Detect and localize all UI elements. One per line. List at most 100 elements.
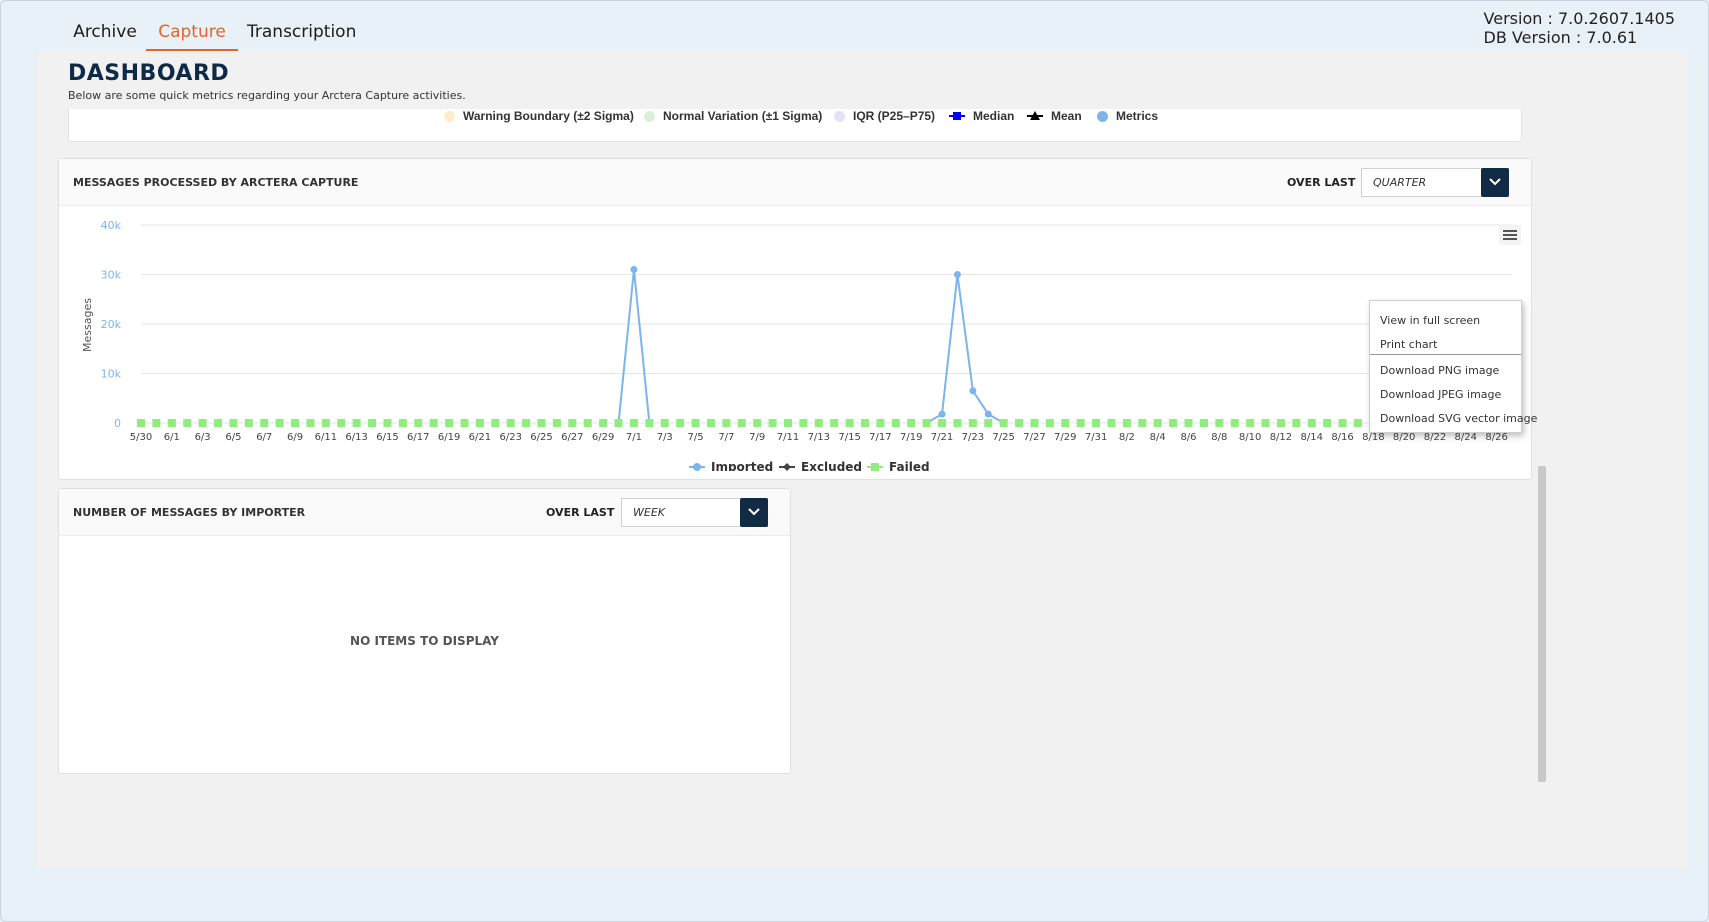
y-tick-label: 30k <box>101 269 122 282</box>
menu-download-png[interactable]: Download PNG image <box>1380 364 1499 377</box>
failed-point <box>891 419 900 427</box>
failed-point <box>845 419 854 427</box>
failed-point <box>922 419 931 427</box>
legend-label: Imported <box>711 460 773 471</box>
failed-point <box>214 419 223 427</box>
page-subtitle: Below are some quick metrics regarding y… <box>68 89 466 102</box>
x-tick-label: 6/5 <box>225 432 241 443</box>
legend-label: Mean <box>1051 109 1082 123</box>
x-tick-label: 6/17 <box>407 432 429 443</box>
tab-transcription[interactable]: Transcription <box>247 19 356 49</box>
over-last-label: OVER LAST <box>1287 176 1356 189</box>
y-tick-label: 0 <box>114 417 121 430</box>
legend-marker <box>783 463 791 471</box>
legend-label: Excluded <box>801 460 862 471</box>
x-tick-label: 6/15 <box>376 432 398 443</box>
failed-point <box>1323 419 1332 427</box>
x-tick-label: 6/1 <box>164 432 180 443</box>
x-tick-label: 7/7 <box>718 432 734 443</box>
x-tick-label: 7/29 <box>1054 432 1076 443</box>
period-select-value: WEEK <box>633 506 665 519</box>
x-tick-label: 7/15 <box>838 432 860 443</box>
legend-item[interactable]: Warning Boundary (±2 Sigma) <box>444 109 634 123</box>
period-select[interactable]: QUARTER <box>1361 168 1509 197</box>
y-axis-title: Messages <box>81 298 94 352</box>
empty-state-text: NO ITEMS TO DISPLAY <box>350 634 499 648</box>
menu-download-jpeg[interactable]: Download JPEG image <box>1380 388 1501 401</box>
chevron-down-icon[interactable] <box>740 498 768 527</box>
legend-item[interactable]: IQR (P25–P75) <box>834 109 935 123</box>
failed-point <box>152 419 161 427</box>
x-tick-label: 7/19 <box>900 432 922 443</box>
failed-point <box>629 419 638 427</box>
x-tick-label: 8/14 <box>1301 432 1323 443</box>
legend-label: Metrics <box>1116 109 1159 123</box>
failed-point <box>1045 419 1054 427</box>
failed-point <box>183 419 192 427</box>
failed-point <box>753 419 762 427</box>
legend-label: Failed <box>889 460 930 471</box>
x-tick-label: 7/31 <box>1085 432 1107 443</box>
failed-point <box>799 419 808 427</box>
failed-point <box>599 419 608 427</box>
x-tick-label: 8/16 <box>1331 432 1353 443</box>
menu-print-chart[interactable]: Print chart <box>1380 338 1437 351</box>
failed-point <box>1292 419 1301 427</box>
failed-point <box>167 419 176 427</box>
failed-point <box>568 419 577 427</box>
imported-series-line <box>617 269 651 424</box>
failed-point <box>1353 419 1362 427</box>
failed-point <box>907 419 916 427</box>
legend-label: Median <box>973 109 1015 123</box>
top-bar: Archive Capture Transcription Version : … <box>1 1 1708 51</box>
vertical-scrollbar[interactable] <box>1538 466 1546 782</box>
y-tick-label: 40k <box>101 219 122 232</box>
chart-context-menu: View in full screen Print chart Download… <box>1369 300 1537 433</box>
imported-point <box>938 410 946 418</box>
page-title: DASHBOARD <box>68 61 230 86</box>
x-tick-label: 6/21 <box>469 432 491 443</box>
failed-point <box>1107 419 1116 427</box>
x-tick-label: 6/19 <box>438 432 460 443</box>
failed-point <box>1122 419 1131 427</box>
failed-point <box>414 419 423 427</box>
failed-point <box>475 419 484 427</box>
chart-menu-button[interactable] <box>1499 225 1521 245</box>
failed-point <box>244 419 253 427</box>
period-select[interactable]: WEEK <box>621 498 768 527</box>
x-tick-label: 8/24 <box>1455 432 1477 443</box>
failed-point <box>306 419 315 427</box>
messages-chart: 0 10k 20k 30k 40k Messages 5/30 6/1 6/3 6/5 6/7 6/9… <box>69 215 1537 474</box>
legend-item[interactable]: Normal Variation (±1 Sigma) <box>644 109 822 123</box>
chevron-down-icon[interactable] <box>1481 168 1509 197</box>
x-tick-label: 8/2 <box>1119 432 1135 443</box>
dashboard-content: DASHBOARD Below are some quick metrics r… <box>38 51 1688 867</box>
x-tick-label: 7/9 <box>749 432 765 443</box>
failed-point <box>137 419 145 427</box>
menu-view-full-screen[interactable]: View in full screen <box>1380 314 1480 327</box>
failed-point <box>1261 419 1270 427</box>
x-tick-label: 7/13 <box>808 432 830 443</box>
db-version: DB Version : 7.0.61 <box>1483 28 1638 47</box>
legend-item[interactable]: Metrics <box>1097 109 1158 123</box>
x-tick-label: 6/9 <box>287 432 303 443</box>
failed-point <box>337 419 346 427</box>
tab-capture[interactable]: Capture <box>146 19 238 51</box>
failed-point <box>1030 419 1039 427</box>
failed-point <box>984 419 993 427</box>
x-tick-label: 7/17 <box>869 432 891 443</box>
over-last-label: OVER LAST <box>546 506 615 519</box>
x-tick-label: 8/8 <box>1211 432 1227 443</box>
menu-download-svg[interactable]: Download SVG vector image <box>1380 412 1537 425</box>
x-tick-label: 6/13 <box>345 432 367 443</box>
hamburger-icon <box>1503 230 1517 240</box>
failed-point <box>1169 419 1178 427</box>
failed-point <box>275 419 284 427</box>
messages-chart-svg: 0 10k 20k 30k 40k Messages 5/30 6/1 6/3 6/5 6/7 6/9… <box>81 219 1516 474</box>
tab-archive[interactable]: Archive <box>69 19 141 49</box>
legend-item[interactable]: Median <box>949 109 1014 123</box>
messages-processed-card: MESSAGES PROCESSED BY ARCTERA CAPTURE OV… <box>58 158 1537 480</box>
x-tick-label: 8/12 <box>1270 432 1292 443</box>
legend-item[interactable]: Mean <box>1027 109 1082 123</box>
period-select-value: QUARTER <box>1373 176 1427 189</box>
